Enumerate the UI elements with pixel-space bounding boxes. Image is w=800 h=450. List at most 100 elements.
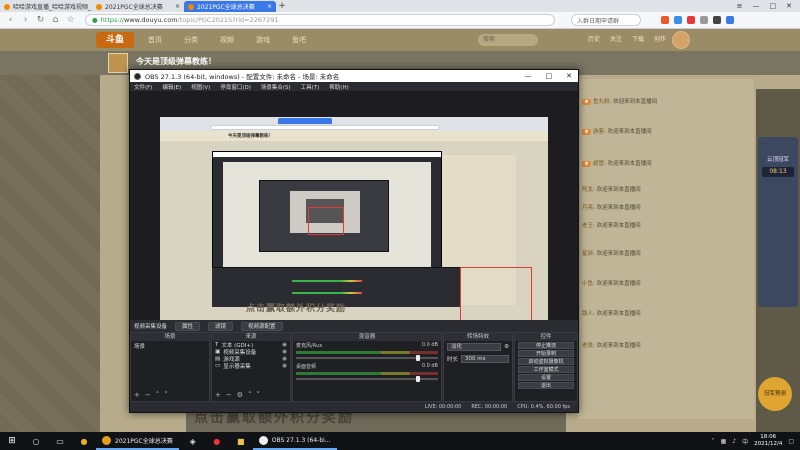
tray-chevron-icon[interactable]: ˄ [712, 438, 715, 445]
extension-icon[interactable] [726, 16, 734, 24]
taskbar-app-obs[interactable]: OBS 27.1.3 (64-bi... [252, 432, 337, 450]
new-tab-button[interactable]: + [276, 1, 288, 12]
close-icon[interactable]: × [175, 3, 180, 10]
start-icon[interactable]: ⊞ [0, 436, 24, 446]
channel-db: 0.0 dB [421, 342, 438, 348]
browser-search-input[interactable]: 入群日期申请群 [571, 14, 641, 26]
maximize-icon[interactable]: □ [770, 2, 777, 10]
preview-canvas[interactable]: 今天是顶级弹幕教练！ 点击赢取额外积分奖励 [160, 117, 548, 335]
close-icon[interactable]: × [267, 3, 272, 10]
browser-tab-2[interactable]: 2021PGC全球总决赛 × [92, 1, 184, 12]
site-logo[interactable]: 斗鱼 [96, 32, 134, 48]
properties-button[interactable]: 属性 [175, 321, 201, 331]
menu-help[interactable]: 帮助(H) [329, 83, 348, 91]
nav-category[interactable]: 分类 [184, 35, 198, 45]
clock[interactable]: 18:06 2021/12/4 [754, 434, 782, 448]
remove-icon[interactable]: − [226, 391, 232, 399]
volume-slider[interactable] [296, 376, 438, 382]
close-icon[interactable]: ✕ [566, 72, 572, 80]
settings-button[interactable]: 设置 [518, 374, 574, 381]
address-bar[interactable]: ● https:// www.douyu.com /topic/PGC2021S… [85, 14, 555, 26]
close-window-icon[interactable]: ✕ [786, 2, 792, 10]
start-recording-button[interactable]: 开始录制 [518, 350, 574, 357]
volume-slider[interactable] [296, 355, 438, 361]
volume-icon[interactable]: ♪ [732, 438, 736, 445]
history-link[interactable]: 历史 [588, 34, 600, 43]
channel-name: 麦克风/Aux [296, 343, 323, 349]
reload-icon[interactable]: ↻ [36, 15, 45, 25]
down-icon[interactable]: ˅ [257, 391, 261, 399]
home-icon[interactable]: ⌂ [51, 15, 60, 25]
extension-icon[interactable] [687, 16, 695, 24]
maximize-icon[interactable]: □ [546, 72, 553, 80]
menu-edit[interactable]: 编辑(E) [162, 83, 181, 91]
volume-knob[interactable] [416, 376, 420, 382]
minimize-icon[interactable]: — [753, 2, 760, 10]
star-icon[interactable]: ☆ [66, 15, 75, 25]
task-view-icon[interactable]: ▭ [48, 432, 72, 450]
add-icon[interactable]: + [134, 391, 140, 399]
exit-button[interactable]: 退出 [518, 382, 574, 389]
network-icon[interactable]: ▦ [721, 438, 727, 445]
duration-input[interactable]: 300 ms [461, 355, 509, 363]
user-avatar[interactable] [672, 31, 690, 49]
visibility-icon[interactable]: ◉ [282, 349, 287, 355]
back-icon[interactable]: ‹ [6, 15, 15, 25]
up-icon[interactable]: ˄ [248, 391, 252, 399]
device-config-button[interactable]: 视频源配置 [241, 321, 283, 331]
extension-icon[interactable] [661, 16, 669, 24]
visibility-icon[interactable]: ◉ [282, 342, 287, 348]
add-icon[interactable]: + [215, 391, 221, 399]
browser-tab-1[interactable]: 哈哈游戏直播_哈哈游戏视频_ × [0, 1, 92, 12]
taskbar-app-browser[interactable]: 2021PGC全球总决赛 [96, 432, 179, 450]
netease-icon[interactable]: ● [205, 432, 229, 450]
ime-indicator[interactable]: 中 [742, 437, 748, 446]
menu-file[interactable]: 文件(F) [134, 83, 152, 91]
extension-icon[interactable] [700, 16, 708, 24]
download-link[interactable]: 下载 [632, 34, 644, 43]
extension-icon[interactable] [713, 16, 721, 24]
preview-selection-box[interactable] [308, 207, 344, 235]
remove-icon[interactable]: − [145, 391, 151, 399]
gear-icon[interactable]: ⚙ [237, 391, 243, 399]
obs-logo-icon [134, 72, 141, 80]
search-icon[interactable]: ○ [24, 432, 48, 450]
nav-game[interactable]: 游戏 [256, 35, 270, 45]
nav-fishbar[interactable]: 鱼吧 [292, 35, 306, 45]
menu-tools[interactable]: 工具(T) [301, 83, 320, 91]
notification-icon[interactable]: ▢ [788, 438, 794, 445]
transition-select[interactable]: 淡化 [447, 343, 502, 351]
obs-preview-area[interactable]: 今天是顶级弹幕教练！ 点击赢取额外积分奖励 [130, 91, 578, 335]
site-search-input[interactable]: 搜索 [478, 34, 538, 46]
filters-button[interactable]: 滤镜 [208, 321, 234, 331]
steam-icon[interactable]: ◈ [181, 432, 205, 450]
forward-icon[interactable]: › [21, 15, 30, 25]
down-icon[interactable]: ˅ [164, 391, 168, 399]
stop-streaming-button[interactable]: 停止推流 [518, 342, 574, 349]
gear-icon[interactable]: ⚙ [504, 344, 509, 350]
menu-docks[interactable]: 停靠窗口(D) [220, 83, 251, 91]
extension-icon[interactable] [674, 16, 682, 24]
menu-icon[interactable]: ≡ [737, 2, 743, 10]
scene-item[interactable]: 场景 [131, 341, 209, 351]
up-icon[interactable]: ˄ [156, 391, 160, 399]
studio-mode-button[interactable]: 工作室模式 [518, 366, 574, 373]
preview-selection-box[interactable] [460, 267, 532, 325]
prediction-badge[interactable]: 冠军预测 [758, 377, 792, 411]
virtual-camera-button[interactable]: 启动虚拟摄像机 [518, 358, 574, 365]
visibility-icon[interactable]: ◉ [282, 363, 287, 369]
source-item[interactable]: ▭ 显示器采集 ◉ [212, 362, 290, 370]
browser-tab-3[interactable]: 2021PGC全球总决赛 × [184, 1, 276, 12]
nav-video[interactable]: 视频 [220, 35, 234, 45]
volume-knob[interactable] [416, 355, 420, 361]
folder-icon[interactable]: ■ [229, 432, 253, 450]
menu-view[interactable]: 视图(V) [191, 83, 210, 91]
nav-home[interactable]: 首页 [148, 35, 162, 45]
follow-link[interactable]: 关注 [610, 34, 622, 43]
create-link[interactable]: 创作 [654, 34, 666, 43]
visibility-icon[interactable]: ◉ [282, 356, 287, 362]
minimize-icon[interactable]: — [525, 72, 532, 80]
menu-scene-collection[interactable]: 场景集合(S) [261, 83, 291, 91]
streamer-avatar[interactable] [108, 53, 128, 73]
chrome-icon[interactable]: ● [72, 432, 96, 450]
